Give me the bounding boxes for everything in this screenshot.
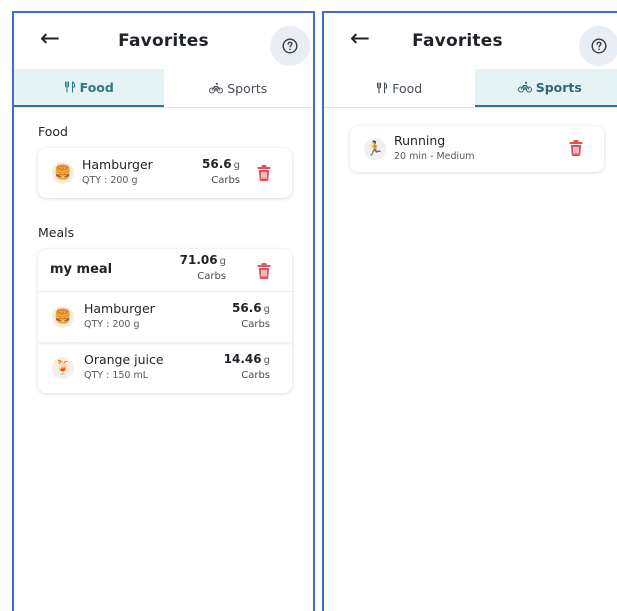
meal-item-nutrient: Carbs	[241, 370, 270, 381]
meal-item-row[interactable]: 🍹 Orange juice QTY : 150 mL 14.46 g Carbs	[38, 343, 292, 393]
food-item-amount: 56.6 g	[202, 157, 240, 171]
meal-item-amount: 14.46 g	[223, 352, 270, 366]
favorites-sports-screen: ← Favorites Food Sports 🏃 Running 20 min…	[322, 11, 617, 611]
food-item-qty: QTY : 200 g	[82, 175, 138, 186]
hamburger-icon: 🍔	[52, 306, 74, 328]
sport-item-card[interactable]: 🏃 Running 20 min - Medium	[350, 126, 604, 172]
meal-item-qty: QTY : 200 g	[84, 319, 140, 330]
meal-item-name: Hamburger	[84, 301, 155, 316]
help-circle-icon	[282, 38, 298, 54]
running-icon: 🏃	[364, 138, 386, 160]
sport-item-detail: 20 min - Medium	[394, 151, 475, 162]
tab-sports[interactable]: Sports	[474, 69, 617, 107]
bicycle-icon	[209, 82, 224, 94]
help-button[interactable]	[579, 26, 617, 66]
trash-icon[interactable]	[569, 140, 583, 156]
meal-item-qty: QTY : 150 mL	[84, 370, 149, 381]
hamburger-icon: 🍔	[52, 162, 74, 184]
page-title: Favorites	[118, 31, 209, 51]
meal-item-row[interactable]: 🍔 Hamburger QTY : 200 g 56.6 g Carbs	[38, 291, 292, 342]
tab-food-label: Food	[392, 80, 423, 96]
food-section-label: Food	[38, 124, 68, 139]
trash-icon[interactable]	[257, 263, 271, 279]
meal-item-name: Orange juice	[84, 352, 164, 367]
meal-amount: 71.06 g	[179, 253, 226, 267]
tab-sports-label: Sports	[535, 79, 582, 95]
tab-food[interactable]: Food	[324, 69, 475, 107]
sport-item-name: Running	[394, 133, 446, 148]
bicycle-icon	[517, 81, 532, 93]
tab-bar: Food Sports	[14, 69, 313, 108]
fork-knife-icon	[64, 81, 75, 93]
meal-nutrient: Carbs	[197, 271, 226, 282]
tab-food-label: Food	[79, 79, 114, 95]
meal-item-nutrient: Carbs	[241, 319, 270, 330]
help-circle-icon	[591, 38, 607, 54]
orange-juice-icon: 🍹	[52, 357, 74, 379]
fork-knife-icon	[377, 82, 388, 94]
help-button[interactable]	[270, 26, 310, 66]
food-item-nutrient: Carbs	[211, 175, 240, 186]
food-item-card[interactable]: 🍔 Hamburger QTY : 200 g 56.6 g Carbs	[38, 148, 292, 198]
page-title: Favorites	[412, 31, 503, 51]
trash-icon[interactable]	[257, 165, 271, 181]
header: ← Favorites	[14, 13, 313, 69]
tab-sports-label: Sports	[227, 80, 268, 96]
header: ← Favorites	[324, 13, 617, 69]
meal-item-amount: 56.6 g	[232, 301, 270, 315]
food-item-name: Hamburger	[82, 157, 153, 172]
tab-bar: Food Sports	[324, 69, 617, 108]
tab-sports[interactable]: Sports	[164, 69, 314, 107]
meal-card: my meal 71.06 g Carbs 🍔 Hamburger QTY : 2…	[38, 249, 292, 393]
meal-name: my meal	[50, 262, 113, 277]
favorites-food-screen: ← Favorites Food Sports Food 🍔 Hamburger…	[12, 11, 315, 611]
meals-section-label: Meals	[38, 225, 75, 240]
tab-food[interactable]: Food	[14, 69, 164, 107]
meal-header[interactable]: my meal 71.06 g Carbs	[38, 249, 292, 291]
